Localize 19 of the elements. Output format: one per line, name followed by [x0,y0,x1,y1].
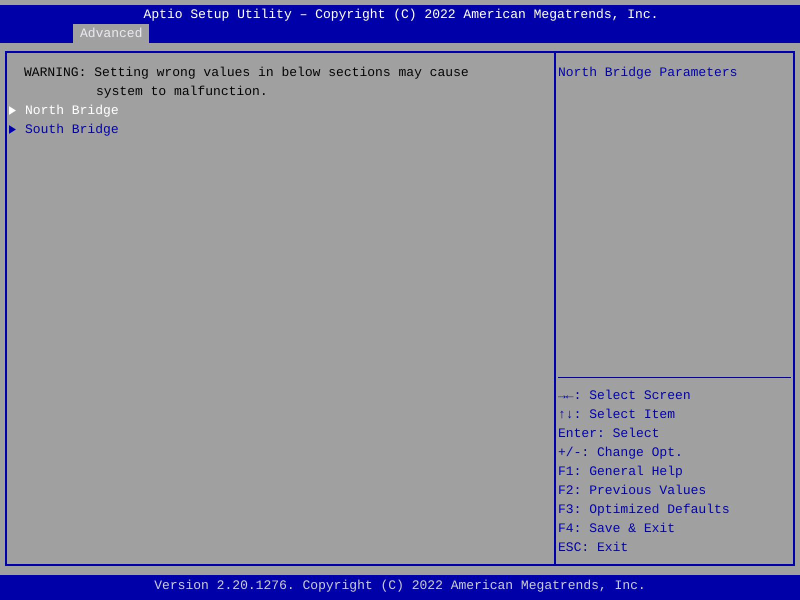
key-help-text: +/-: Change Opt. [558,444,684,462]
submenu-arrow-icon [9,125,16,134]
menu-item[interactable]: South Bridge [25,120,119,139]
key-help-text: F2: Previous Values [558,482,708,500]
help-text: North Bridge Parameters [558,64,738,82]
key-help-text: F4: Save & Exit [558,520,676,538]
status-bar: Version 2.20.1276. Copyright (C) 2022 American Megatrends, Inc. [0,575,800,600]
key-help-text: →←: Select Screen [558,387,692,405]
menu-item[interactable]: North Bridge [25,101,119,120]
warning-text: WARNING: Setting wrong values in below sections may cause [24,64,470,82]
tab[interactable]: Advanced [73,24,150,43]
warning-text: system to malfunction. [95,83,269,101]
key-help-text: F1: General Help [558,463,684,481]
submenu-arrow-icon [9,106,16,115]
key-help-text: F3: Optimized Defaults [558,501,731,519]
window-title: Aptio Setup Utility – Copyright (C) 2022 American Megatrends, Inc. [142,6,660,24]
key-help-text: Enter: Select [558,425,660,443]
key-help-text: ↑↓: Select Item [558,406,676,424]
key-help-text: ESC: Exit [558,539,630,557]
